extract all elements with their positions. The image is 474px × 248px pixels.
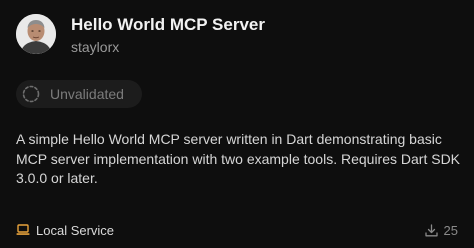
author-name[interactable]: staylorx bbox=[71, 39, 119, 55]
avatar bbox=[16, 14, 56, 54]
download-icon bbox=[424, 223, 438, 236]
service-type: Local Service bbox=[16, 221, 114, 239]
server-description: A simple Hello World MCP server written … bbox=[16, 131, 461, 186]
dashed-circle-icon bbox=[22, 85, 40, 103]
status-label: Unvalidated bbox=[50, 86, 124, 102]
server-title[interactable]: Hello World MCP Server bbox=[71, 15, 265, 35]
service-label: Local Service bbox=[36, 222, 115, 238]
laptop-icon bbox=[16, 224, 30, 235]
download-count: 25 bbox=[443, 222, 458, 238]
server-card[interactable]: Hello World MCP Server staylorx Unvalida… bbox=[0, 0, 474, 248]
download-stats: 25 bbox=[424, 221, 458, 239]
status-badge: Unvalidated bbox=[16, 80, 142, 108]
